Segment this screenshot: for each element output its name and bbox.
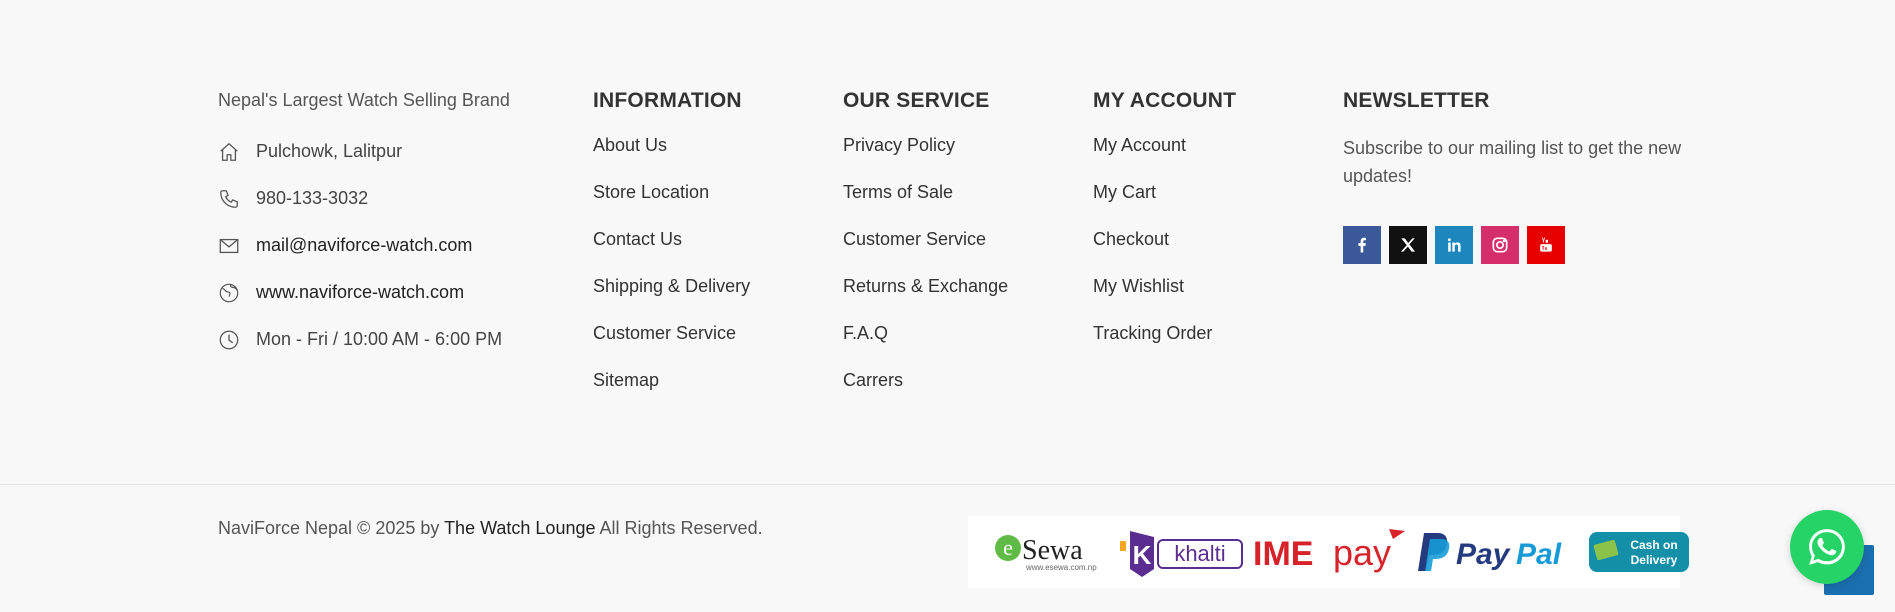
home-icon: [218, 141, 240, 163]
mail-icon: [218, 235, 240, 257]
account-column: MY ACCOUNT My Account My Cart Checkout M…: [1093, 88, 1323, 369]
contact-phone[interactable]: 980-133-3032: [218, 175, 558, 222]
footer-top: Nepal's Largest Watch Selling Brand Pulc…: [0, 0, 1895, 484]
link-faq[interactable]: F.A.Q: [843, 322, 1073, 369]
cod-line-1: Cash on: [1630, 538, 1677, 552]
contact-address: Pulchowk, Lalitpur: [218, 128, 558, 175]
footer-divider: [0, 484, 1895, 485]
link-tracking-order[interactable]: Tracking Order: [1093, 322, 1323, 369]
information-title: INFORMATION: [593, 89, 742, 112]
esewa-e-letter: e: [1003, 535, 1013, 560]
link-customer-service-info[interactable]: Customer Service: [593, 322, 823, 369]
cash-on-delivery-badge: Cash on Delivery: [1589, 532, 1689, 572]
x-twitter-icon[interactable]: [1389, 226, 1427, 264]
youtube-icon[interactable]: [1527, 226, 1565, 264]
whatsapp-chat-button[interactable]: [1790, 510, 1864, 584]
account-links: My Account My Cart Checkout My Wishlist …: [1093, 134, 1323, 369]
link-store-location[interactable]: Store Location: [593, 181, 823, 228]
contact-address-text: Pulchowk, Lalitpur: [256, 141, 403, 161]
brand-tagline: Nepal's Largest Watch Selling Brand: [218, 90, 510, 110]
khalti-k-letter: K: [1133, 540, 1152, 570]
payment-methods: e Sewa www.esewa.com.np K khalti IME pay…: [968, 516, 1689, 588]
esewa-wordmark: Sewa: [1022, 535, 1083, 566]
globe-icon: [218, 282, 240, 304]
link-terms-of-sale[interactable]: Terms of Sale: [843, 181, 1073, 228]
contact-website[interactable]: www.naviforce-watch.com: [218, 269, 558, 316]
service-title: OUR SERVICE: [843, 89, 990, 112]
copyright-prefix: NaviForce Nepal © 2025 by: [218, 518, 440, 538]
link-privacy-policy[interactable]: Privacy Policy: [843, 134, 1073, 181]
esewa-url: www.esewa.com.np: [1025, 563, 1097, 572]
contact-phone-text[interactable]: 980-133-3032: [256, 188, 368, 209]
social-links: [1343, 226, 1683, 264]
link-my-wishlist[interactable]: My Wishlist: [1093, 275, 1323, 322]
copyright-suffix: All Rights Reserved.: [599, 518, 763, 538]
khalti-wordmark: khalti: [1174, 541, 1225, 566]
information-links: About Us Store Location Contact Us Shipp…: [593, 134, 823, 416]
copyright: NaviForce Nepal © 2025 by The Watch Loun…: [218, 518, 763, 539]
phone-icon: [218, 188, 240, 210]
contact-list: Pulchowk, Lalitpur 980-133-3032 mail@nav…: [218, 128, 558, 363]
whatsapp-icon: [1809, 529, 1845, 565]
link-returns-exchange[interactable]: Returns & Exchange: [843, 275, 1073, 322]
account-title: MY ACCOUNT: [1093, 89, 1237, 112]
facebook-icon[interactable]: [1343, 226, 1381, 264]
link-checkout[interactable]: Checkout: [1093, 228, 1323, 275]
link-sitemap[interactable]: Sitemap: [593, 369, 823, 416]
imepay-logo: IME pay: [1253, 527, 1408, 577]
newsletter-text: Subscribe to our mailing list to get the…: [1343, 138, 1682, 186]
link-carrers[interactable]: Carrers: [843, 369, 1073, 416]
contact-hours-text: Mon - Fri / 10:00 AM - 6:00 PM: [256, 329, 503, 349]
imepay-ime: IME: [1253, 535, 1313, 573]
contact-website-link[interactable]: www.naviforce-watch.com: [256, 282, 464, 303]
information-column: INFORMATION About Us Store Location Cont…: [593, 88, 823, 416]
khalti-logo: K khalti: [1120, 527, 1245, 577]
cod-line-2: Delivery: [1631, 553, 1678, 567]
link-my-account[interactable]: My Account: [1093, 134, 1323, 181]
link-customer-service[interactable]: Customer Service: [843, 228, 1073, 275]
linkedin-icon[interactable]: [1435, 226, 1473, 264]
link-contact-us[interactable]: Contact Us: [593, 228, 823, 275]
service-links: Privacy Policy Terms of Sale Customer Se…: [843, 134, 1073, 416]
contact-hours: Mon - Fri / 10:00 AM - 6:00 PM: [218, 316, 558, 363]
clock-icon: [218, 329, 240, 351]
brand-column: Nepal's Largest Watch Selling Brand Pulc…: [218, 88, 558, 363]
instagram-icon[interactable]: [1481, 226, 1519, 264]
link-about-us[interactable]: About Us: [593, 134, 823, 181]
link-my-cart[interactable]: My Cart: [1093, 181, 1323, 228]
newsletter-title: NEWSLETTER: [1343, 89, 1490, 112]
paypal-pal: Pal: [1516, 538, 1562, 571]
newsletter-column: NEWSLETTER Subscribe to our mailing list…: [1343, 88, 1683, 264]
paypal-logo: Pay Pal: [1416, 527, 1581, 577]
paypal-pay: Pay: [1456, 538, 1511, 571]
imepay-pay: pay: [1333, 532, 1391, 573]
the-watch-lounge-link[interactable]: The Watch Lounge: [444, 518, 595, 538]
service-column: OUR SERVICE Privacy Policy Terms of Sale…: [843, 88, 1073, 416]
link-shipping-delivery[interactable]: Shipping & Delivery: [593, 275, 823, 322]
esewa-logo: e Sewa www.esewa.com.np: [992, 527, 1112, 577]
contact-email[interactable]: mail@naviforce-watch.com: [218, 222, 558, 269]
contact-email-link[interactable]: mail@naviforce-watch.com: [256, 235, 472, 256]
